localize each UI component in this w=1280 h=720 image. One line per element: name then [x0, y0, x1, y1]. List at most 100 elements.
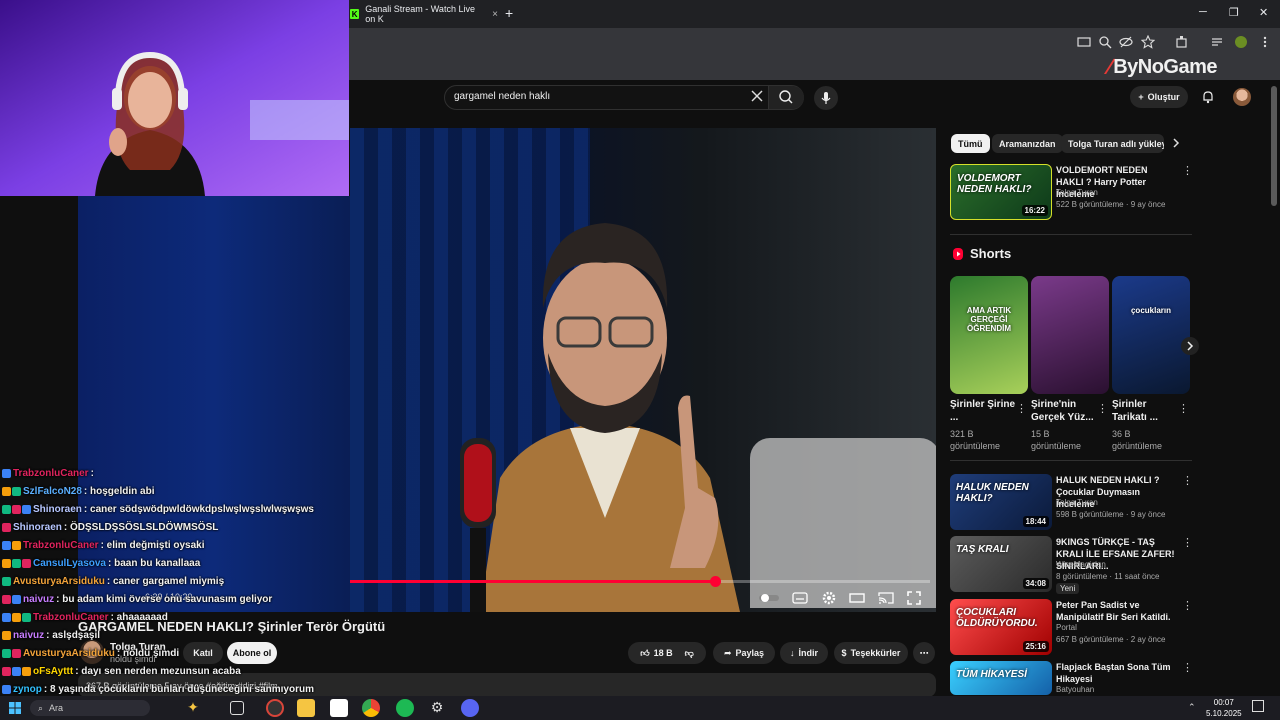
chip-all[interactable]: Tümü: [951, 134, 990, 153]
zoom-icon[interactable]: [1098, 35, 1112, 49]
cast-icon[interactable]: [878, 590, 894, 606]
autoplay-toggle[interactable]: [758, 590, 780, 606]
short-more-icon[interactable]: ⋮: [1178, 402, 1189, 415]
short-more-icon[interactable]: ⋮: [1097, 402, 1108, 415]
scrollbar-thumb[interactable]: [1271, 86, 1277, 206]
task-view-icon[interactable]: [230, 701, 244, 715]
chat-username[interactable]: CansulLyasova: [33, 558, 106, 569]
tray-chevron-icon[interactable]: ⌃: [1188, 702, 1196, 713]
short-thumbnail[interactable]: [1031, 276, 1109, 394]
shorts-next-arrow-icon[interactable]: [1180, 336, 1200, 356]
like-dislike-button[interactable]: 👍︎ 18 B 👎︎: [628, 642, 706, 664]
eye-off-icon[interactable]: [1119, 35, 1133, 49]
spotify-icon[interactable]: [396, 699, 414, 717]
chat-username[interactable]: TrabzonluCaner: [33, 612, 109, 623]
restore-button[interactable]: ❐: [1229, 6, 1239, 19]
short-title[interactable]: Şirine'nin Gerçek Yüz...: [1031, 398, 1097, 424]
recommended-channel[interactable]: Tolga Turan: [1056, 498, 1098, 507]
short-more-icon[interactable]: ⋮: [1016, 402, 1027, 415]
profile-icon[interactable]: [1234, 35, 1248, 49]
chat-username[interactable]: Shinoraen: [33, 504, 82, 515]
app-icon-2[interactable]: [330, 699, 348, 717]
more-actions-button[interactable]: ⋯: [913, 642, 935, 664]
voice-search-button[interactable]: [814, 86, 838, 110]
chat-username[interactable]: oFsAyttt: [33, 666, 73, 677]
clear-search-icon[interactable]: [750, 89, 764, 103]
chat-username[interactable]: zynop: [13, 684, 42, 695]
recommended-video[interactable]: ÇOCUKLARI ÖLDÜRÜYORDU. 25:16 Peter Pan Sad…: [950, 599, 1193, 657]
chat-username[interactable]: AvusturyaArsiduku: [13, 576, 105, 587]
short-title[interactable]: Şirinler Tarikatı ...: [1112, 398, 1178, 424]
recommended-title[interactable]: Peter Pan Sadist ve Manipülatif Bir Seri…: [1056, 599, 1176, 623]
app-icon-1[interactable]: [266, 699, 284, 717]
notifications-bell-icon[interactable]: [1201, 90, 1215, 104]
recommended-channel[interactable]: Batyouhan: [1056, 685, 1094, 694]
video-thumbnail[interactable]: VOLDEMORT NEDEN HAKLI? 16:22: [950, 164, 1052, 220]
more-options-icon[interactable]: ⋮: [1182, 164, 1193, 177]
search-input[interactable]: gargamel neden haklı: [454, 91, 550, 102]
account-avatar[interactable]: [1233, 88, 1251, 106]
subtitles-icon[interactable]: [792, 590, 808, 606]
download-button[interactable]: ↓ İndir: [780, 642, 828, 664]
more-options-icon[interactable]: ⋮: [1182, 661, 1193, 674]
new-tab-button[interactable]: +: [505, 5, 513, 21]
recommended-video[interactable]: TAŞ KRALI 34:08 9KINGS TÜRKÇE - TAŞ KRALI …: [950, 536, 1193, 594]
recommended-channel[interactable]: Tolga Turan: [1056, 188, 1098, 197]
chip-from-search[interactable]: Aramanızdan: [992, 134, 1063, 153]
recommended-title[interactable]: Flapjack Baştan Sona Tüm Hikayesi: [1056, 661, 1176, 685]
chat-badges: [2, 540, 21, 550]
settings-gear-icon[interactable]: [821, 590, 837, 606]
settings-icon[interactable]: ⚙: [428, 699, 446, 717]
more-options-icon[interactable]: ⋮: [1182, 536, 1193, 549]
discord-icon[interactable]: [461, 699, 479, 717]
create-button[interactable]: + Oluştur: [1130, 86, 1188, 108]
short-thumbnail[interactable]: AMA ARTIK GERÇEĞİ ÖĞRENDİM: [950, 276, 1028, 394]
video-thumbnail[interactable]: TÜM HİKAYESİ: [950, 661, 1052, 695]
chrome-icon[interactable]: [362, 699, 380, 717]
recommended-video[interactable]: TÜM HİKAYESİ Flapjack Baştan Sona Tüm Hik…: [950, 661, 1193, 695]
short-thumbnail[interactable]: çocukların: [1112, 276, 1190, 394]
chat-username[interactable]: Shinoraen: [13, 522, 62, 533]
browser-tab[interactable]: K Ganali Stream - Watch Live on K ×: [348, 3, 498, 25]
recommended-video[interactable]: HALUK NEDEN HAKLI? 18:44 HALUK NEDEN HAKLI…: [950, 474, 1193, 532]
windows-start-icon[interactable]: [6, 699, 24, 717]
thanks-button[interactable]: $ Teşekkürler: [834, 642, 908, 664]
video-thumbnail[interactable]: TAŞ KRALI 34:08: [950, 536, 1052, 592]
chip-uploader[interactable]: Tolga Turan adlı yükleyi: [1061, 134, 1164, 153]
chevron-right-icon[interactable]: [1170, 137, 1182, 149]
bookmark-star-icon[interactable]: [1141, 35, 1155, 49]
copilot-sparkle-icon[interactable]: ✦: [184, 699, 202, 717]
fullscreen-icon[interactable]: [906, 590, 922, 606]
more-options-icon[interactable]: ⋮: [1182, 474, 1193, 487]
install-app-icon[interactable]: [1077, 35, 1091, 49]
file-explorer-icon[interactable]: [297, 699, 315, 717]
chat-username[interactable]: SzlFalcoN28: [23, 486, 82, 497]
recommended-channel[interactable]: Portal: [1056, 623, 1077, 632]
more-options-icon[interactable]: ⋮: [1182, 599, 1193, 612]
short-title[interactable]: Şirinler Şirine ...: [950, 398, 1016, 424]
recommended-video[interactable]: VOLDEMORT NEDEN HAKLI? 16:22 VOLDEMORT NED…: [950, 164, 1193, 222]
close-window-button[interactable]: ✕: [1259, 6, 1268, 19]
address-bar[interactable]: [352, 33, 1052, 51]
chat-username[interactable]: AvusturyaArsiduku: [23, 648, 115, 659]
chat-username[interactable]: TrabzonluCaner: [13, 468, 89, 479]
theater-mode-icon[interactable]: [849, 590, 865, 606]
recommended-channel[interactable]: WiseMagician: [1056, 560, 1106, 569]
chat-username[interactable]: TrabzonluCaner: [23, 540, 99, 551]
minimize-button[interactable]: ─: [1199, 6, 1207, 18]
video-scrubber-handle[interactable]: [710, 576, 721, 587]
browser-menu-icon[interactable]: [1258, 35, 1272, 49]
extensions-icon[interactable]: [1175, 35, 1189, 49]
chat-username[interactable]: naivuz: [13, 630, 44, 641]
video-thumbnail[interactable]: HALUK NEDEN HAKLI? 18:44: [950, 474, 1052, 530]
taskbar-search[interactable]: ⌕ Ara: [30, 700, 150, 716]
tab-close-icon[interactable]: ×: [492, 9, 498, 20]
taskbar-clock[interactable]: 00:07 5.10.2025: [1206, 697, 1242, 719]
video-player[interactable]: [350, 128, 936, 612]
media-controls-icon[interactable]: [1210, 35, 1224, 49]
notification-center-icon[interactable]: [1252, 700, 1264, 712]
share-button[interactable]: ➦ Paylaş: [713, 642, 775, 664]
search-button[interactable]: [768, 86, 804, 109]
chat-username[interactable]: naivuz: [23, 594, 54, 605]
video-thumbnail[interactable]: ÇOCUKLARI ÖLDÜRÜYORDU. 25:16: [950, 599, 1052, 655]
